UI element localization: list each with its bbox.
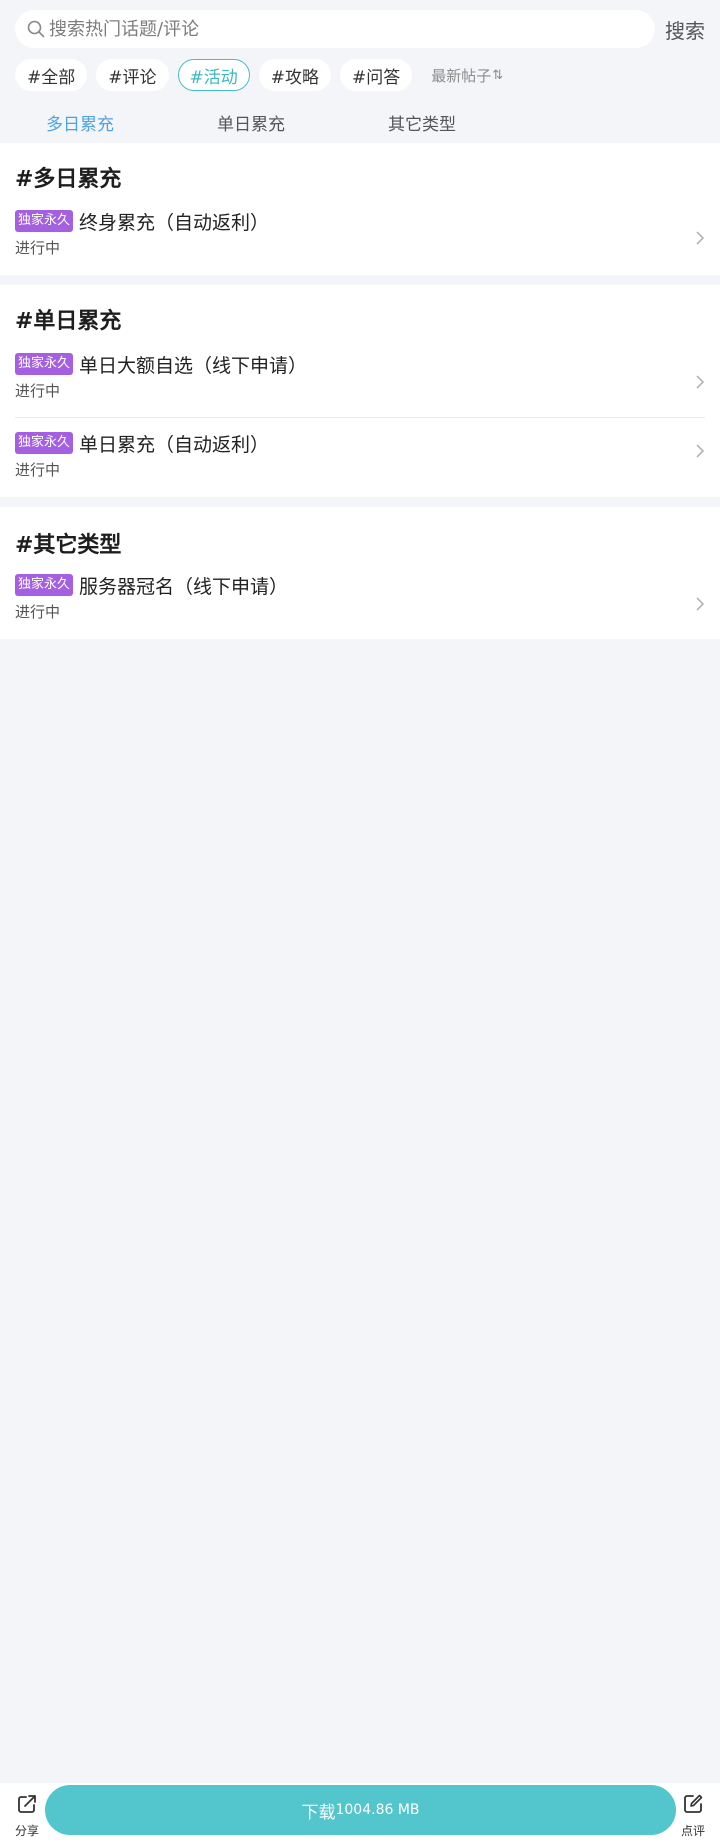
review-label: 点评: [680, 1824, 705, 1838]
section-title: #多日累充: [15, 167, 122, 192]
exclusive-badge: 独家永久: [15, 353, 74, 375]
section-single-day: #单日累充 独家永久 单日大额自选（线下申请） 进行中 独家永久 单日累充（自动…: [0, 285, 720, 497]
chevron-right-icon: [695, 596, 705, 612]
chip-guide[interactable]: #攻略: [258, 59, 331, 91]
tab-single-day[interactable]: 单日累充: [217, 110, 285, 135]
search-box[interactable]: [15, 10, 655, 48]
chip-qa[interactable]: #问答: [340, 59, 413, 91]
section-title: #其它类型: [15, 533, 122, 558]
item-title: 服务器冠名（线下申请）: [79, 575, 289, 598]
sort-arrows-icon: ⇅: [492, 67, 504, 83]
download-size: 1004.86 MB: [335, 1802, 420, 1818]
share-icon: [16, 1793, 38, 1819]
search-input[interactable]: [49, 18, 655, 40]
chip-all[interactable]: #全部: [15, 59, 88, 91]
chip-activity[interactable]: #活动: [177, 59, 250, 91]
share-label: 分享: [14, 1824, 39, 1838]
download-button[interactable]: 下载 1004.86 MB: [45, 1785, 676, 1835]
chevron-right-icon: [695, 230, 705, 246]
topic-filter-chips: #全部 #评论 #活动 #攻略 #问答 最新帖子 ⇅: [15, 59, 503, 91]
item-status: 进行中: [15, 603, 61, 621]
bottom-action-bar: 分享 下载 1004.86 MB 点评: [0, 1783, 720, 1843]
list-item[interactable]: 独家永久 终身累充（自动返利） 进行中: [15, 207, 705, 267]
item-title: 单日大额自选（线下申请）: [79, 354, 308, 377]
sort-label: 最新帖子: [431, 66, 492, 85]
review-button[interactable]: 点评: [675, 1793, 711, 1839]
list-item[interactable]: 独家永久 服务器冠名（线下申请） 进行中: [15, 571, 705, 631]
section-multi-day: #多日累充 独家永久 终身累充（自动返利） 进行中: [0, 143, 720, 275]
item-title: 终身累充（自动返利）: [79, 211, 270, 234]
section-other-types: #其它类型 独家永久 服务器冠名（线下申请） 进行中: [0, 507, 720, 639]
exclusive-badge: 独家永久: [15, 574, 74, 596]
chevron-right-icon: [695, 443, 705, 459]
divider: [15, 417, 705, 418]
tab-multi-day[interactable]: 多日累充: [46, 110, 114, 135]
list-item[interactable]: 独家永久 单日大额自选（线下申请） 进行中: [15, 350, 705, 410]
tab-other-types[interactable]: 其它类型: [388, 110, 456, 135]
search-icon: [27, 20, 45, 38]
item-status: 进行中: [15, 461, 61, 479]
sort-latest-posts[interactable]: 最新帖子 ⇅: [431, 65, 503, 86]
item-status: 进行中: [15, 382, 61, 400]
list-item[interactable]: 独家永久 单日累充（自动返利） 进行中: [15, 429, 705, 489]
exclusive-badge: 独家永久: [15, 210, 74, 232]
chip-comment[interactable]: #评论: [96, 59, 169, 91]
share-button[interactable]: 分享: [9, 1793, 45, 1839]
search-button[interactable]: 搜索: [665, 15, 705, 44]
item-status: 进行中: [15, 239, 61, 257]
exclusive-badge: 独家永久: [15, 432, 74, 454]
chevron-right-icon: [695, 374, 705, 390]
edit-icon: [682, 1793, 704, 1819]
section-title: #单日累充: [15, 309, 122, 334]
download-label: 下载: [301, 1802, 336, 1823]
category-tabs: 多日累充 单日累充 其它类型: [0, 104, 720, 136]
search-row: 搜索: [0, 0, 720, 58]
item-title: 单日累充（自动返利）: [79, 433, 270, 456]
